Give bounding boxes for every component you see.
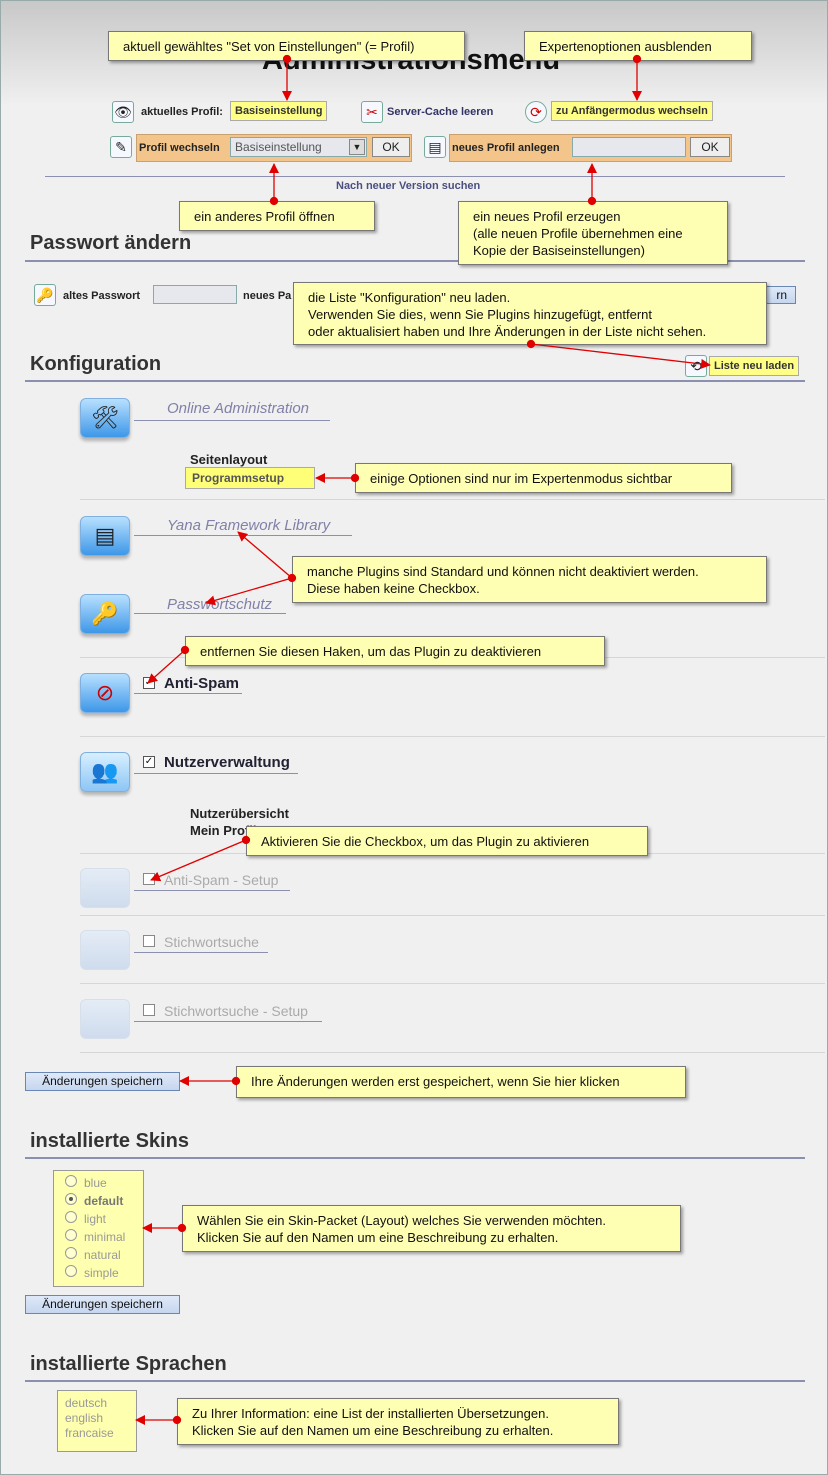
header-divider [45, 176, 785, 177]
anti-spam-checkbox[interactable]: ✓ [143, 677, 155, 689]
check-version-link[interactable]: Nach neuer Version suchen [336, 180, 480, 192]
switch-profile-label: Profil wechseln [139, 142, 220, 154]
refresh-icon[interactable]: ⟳ [525, 101, 547, 123]
languages-divider [25, 1380, 805, 1382]
new-profile-ok-button[interactable]: OK [690, 137, 730, 157]
skin-radio-default[interactable] [65, 1193, 77, 1205]
reload-list-icon[interactable]: ⟲ [685, 355, 707, 377]
plugin-underline [134, 420, 330, 421]
plugin-underline [134, 1021, 322, 1022]
new-document-icon: ▤ [424, 136, 446, 158]
row-divider [80, 1052, 825, 1053]
note-standard: manche Plugins sind Standard und können … [292, 556, 767, 603]
stichwortsuche-setup-checkbox[interactable] [143, 1004, 155, 1016]
pencil-icon: ✎ [110, 136, 132, 158]
plugin-stichwortsuche[interactable]: Stichwortsuche [164, 934, 259, 950]
note-reload: die Liste "Konfiguration" neu laden. Ver… [293, 282, 767, 345]
plugin-underline [134, 773, 298, 774]
key-icon: 🔑 [34, 284, 56, 306]
skin-label-simple[interactable]: simple [84, 1266, 119, 1280]
chevron-down-icon[interactable]: ▼ [349, 139, 365, 155]
stichwortsuche-setup-icon [80, 999, 130, 1039]
plugin-anti-spam-setup[interactable]: Anti-Spam - Setup [164, 872, 278, 888]
note-expert: Expertenoptionen ausblenden [524, 31, 752, 61]
language-deutsch[interactable]: deutsch [65, 1396, 107, 1410]
profile-label: aktuelles Profil: [141, 106, 223, 118]
config-divider [25, 380, 805, 382]
profile-select[interactable]: Basiseinstellung [230, 137, 367, 157]
new-profile-label: neues Profil anlegen [452, 142, 560, 154]
note-lang: Zu Ihrer Information: eine List der inst… [177, 1398, 619, 1445]
library-icon: ▤ [80, 516, 130, 556]
skin-radio-natural[interactable] [65, 1247, 77, 1259]
row-divider [80, 499, 825, 500]
password-heading: Passwort ändern [30, 232, 192, 254]
skin-radio-light[interactable] [65, 1211, 77, 1223]
stichwortsuche-checkbox[interactable] [143, 935, 155, 947]
anti-spam-setup-icon [80, 868, 130, 908]
skin-radio-minimal[interactable] [65, 1229, 77, 1241]
note-save: Ihre Änderungen werden erst gespeichert,… [236, 1066, 686, 1098]
seitenlayout-heading: Seitenlayout [190, 452, 268, 467]
skin-radio-simple[interactable] [65, 1265, 77, 1277]
plugin-yana-framework[interactable]: Yana Framework Library [167, 517, 330, 534]
config-heading: Konfiguration [30, 353, 162, 375]
skin-label-light[interactable]: light [84, 1212, 106, 1226]
online-admin-icon: 🛠 [80, 398, 130, 438]
skins-divider [25, 1157, 805, 1159]
skins-heading: installierte Skins [30, 1130, 189, 1152]
profile-value[interactable]: Basiseinstellung [230, 101, 328, 121]
language-english[interactable]: english [65, 1411, 103, 1425]
new-profile-input[interactable] [572, 137, 686, 157]
tools-icon[interactable]: ✂ [361, 101, 383, 123]
row-divider [80, 915, 825, 916]
key-plugin-icon: 🔑 [80, 594, 130, 634]
plugin-underline [134, 613, 286, 614]
languages-heading: installierte Sprachen [30, 1353, 227, 1375]
note-new-profile: ein neues Profil erzeugen (alle neuen Pr… [458, 201, 728, 265]
nutzeruebersicht-link[interactable]: Nutzerübersicht [190, 806, 289, 821]
plugin-passwortschutz[interactable]: Passwortschutz [167, 596, 272, 613]
skin-radio-blue[interactable] [65, 1175, 77, 1187]
beginner-mode-button[interactable]: zu Anfängermodus wechseln [551, 101, 713, 121]
note-profile: aktuell gewähltes "Set von Einstellungen… [108, 31, 465, 61]
server-cache-link[interactable]: Server-Cache leeren [387, 106, 493, 118]
plugin-underline [134, 952, 268, 953]
row-divider [80, 736, 825, 737]
old-password-input[interactable] [153, 285, 237, 304]
anti-spam-setup-checkbox[interactable] [143, 873, 155, 885]
plugin-online-administration[interactable]: Online Administration [167, 400, 309, 417]
note-check: Aktivieren Sie die Checkbox, um das Plug… [246, 826, 648, 856]
switch-profile-ok-button[interactable]: OK [372, 137, 410, 157]
reload-list-button[interactable]: Liste neu laden [709, 356, 800, 376]
plugin-underline [134, 535, 352, 536]
eye-icon[interactable]: 👁 [112, 101, 134, 123]
plugin-underline [134, 693, 242, 694]
save-config-button[interactable]: Änderungen speichern [25, 1072, 180, 1091]
plugin-nutzerverwaltung[interactable]: Nutzerverwaltung [164, 754, 290, 771]
note-uncheck: entfernen Sie diesen Haken, um das Plugi… [185, 636, 605, 666]
plugin-stichwortsuche-setup[interactable]: Stichwortsuche - Setup [164, 1003, 308, 1019]
programmsetup-button[interactable]: Programmsetup [185, 467, 315, 489]
note-expert-only: einige Optionen sind nur im Expertenmodu… [355, 463, 732, 493]
skin-label-minimal[interactable]: minimal [84, 1230, 125, 1244]
skin-label-blue[interactable]: blue [84, 1176, 107, 1190]
note-open-profile: ein anderes Profil öffnen [179, 201, 375, 231]
save-skins-button[interactable]: Änderungen speichern [25, 1295, 180, 1314]
nutzerverwaltung-checkbox[interactable]: ✓ [143, 756, 155, 768]
old-password-label: altes Passwort [63, 290, 141, 302]
plugin-anti-spam[interactable]: Anti-Spam [164, 675, 239, 692]
skin-label-natural[interactable]: natural [84, 1248, 121, 1262]
skin-label-default[interactable]: default [84, 1194, 123, 1208]
row-divider [80, 983, 825, 984]
plugin-underline [134, 890, 290, 891]
new-password-label: neues Pa [243, 290, 292, 302]
users-icon: 👥 [80, 752, 130, 792]
stichwortsuche-icon [80, 930, 130, 970]
anti-spam-icon: ⊘ [80, 673, 130, 713]
note-skin: Wählen Sie ein Skin-Packet (Layout) welc… [182, 1205, 681, 1252]
language-francaise[interactable]: francaise [65, 1426, 114, 1440]
